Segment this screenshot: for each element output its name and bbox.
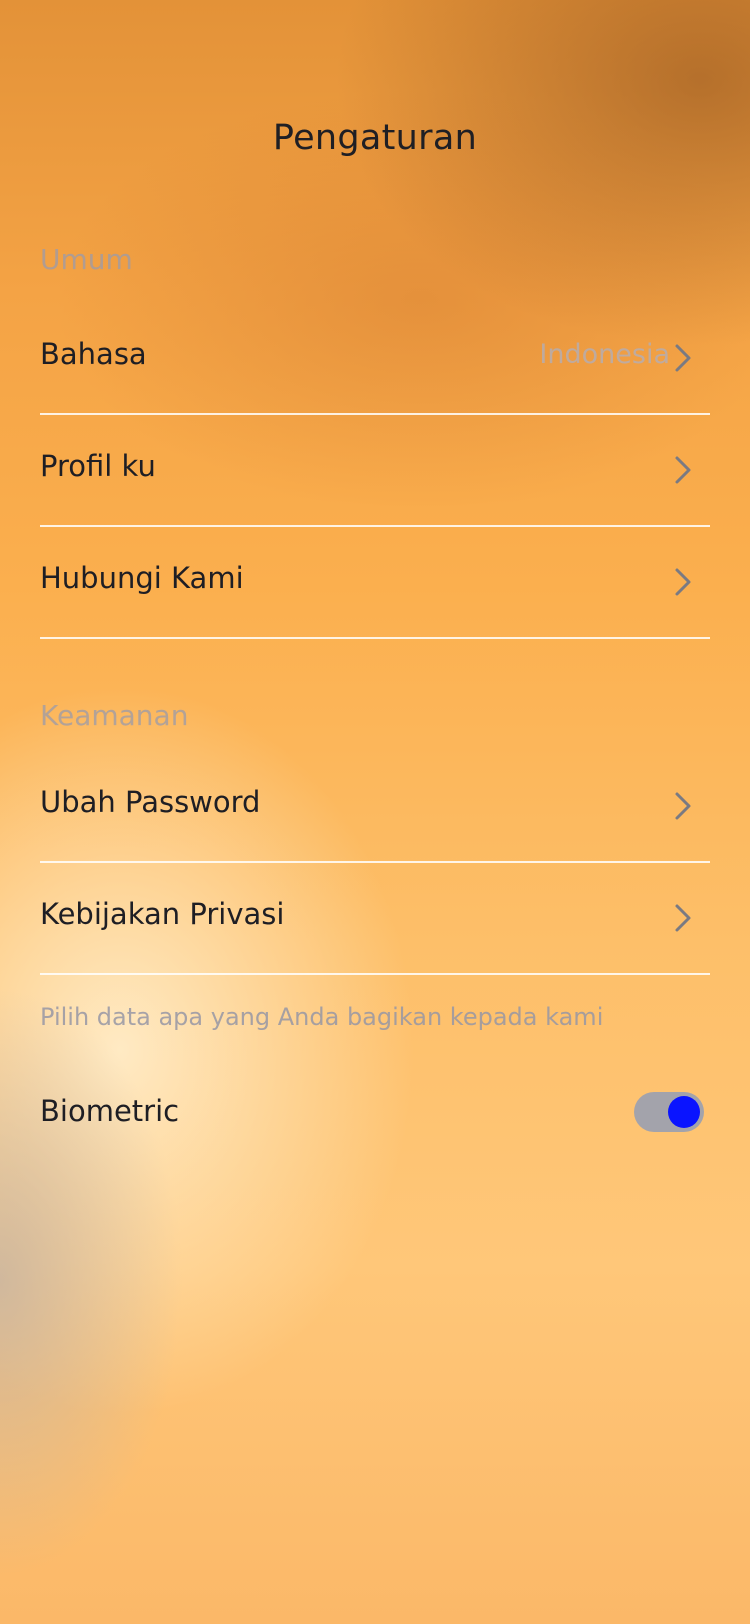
row-label-language: Bahasa xyxy=(40,337,147,371)
privacy-note: Pilih data apa yang Anda bagikan kepada … xyxy=(40,1003,604,1031)
chevron-right-icon xyxy=(666,901,700,935)
settings-row-change-password[interactable]: Ubah Password xyxy=(40,751,710,863)
section-label-security: Keamanan xyxy=(40,699,189,732)
row-label-privacy-policy: Kebijakan Privasi xyxy=(40,897,285,931)
settings-row-contact[interactable]: Hubungi Kami xyxy=(40,527,710,639)
biometric-toggle[interactable] xyxy=(634,1092,704,1132)
settings-row-language[interactable]: Bahasa Indonesia xyxy=(40,303,710,415)
row-label-change-password: Ubah Password xyxy=(40,785,261,819)
settings-screen: Pengaturan Umum Bahasa Indonesia Profil … xyxy=(0,0,750,1624)
section-label-general: Umum xyxy=(40,243,133,276)
chevron-right-icon xyxy=(666,453,700,487)
settings-row-biometric: Biometric xyxy=(40,1090,710,1142)
settings-row-profile[interactable]: Profil ku xyxy=(40,415,710,527)
chevron-right-icon xyxy=(666,789,700,823)
row-label-profile: Profil ku xyxy=(40,449,156,483)
chevron-right-icon xyxy=(666,565,700,599)
settings-row-privacy-policy[interactable]: Kebijakan Privasi xyxy=(40,863,710,975)
row-value-language: Indonesia xyxy=(539,339,670,370)
toggle-knob xyxy=(668,1096,700,1128)
row-label-biometric: Biometric xyxy=(40,1094,180,1128)
row-label-contact: Hubungi Kami xyxy=(40,561,244,595)
chevron-right-icon xyxy=(666,341,700,375)
page-title: Pengaturan xyxy=(272,118,478,158)
